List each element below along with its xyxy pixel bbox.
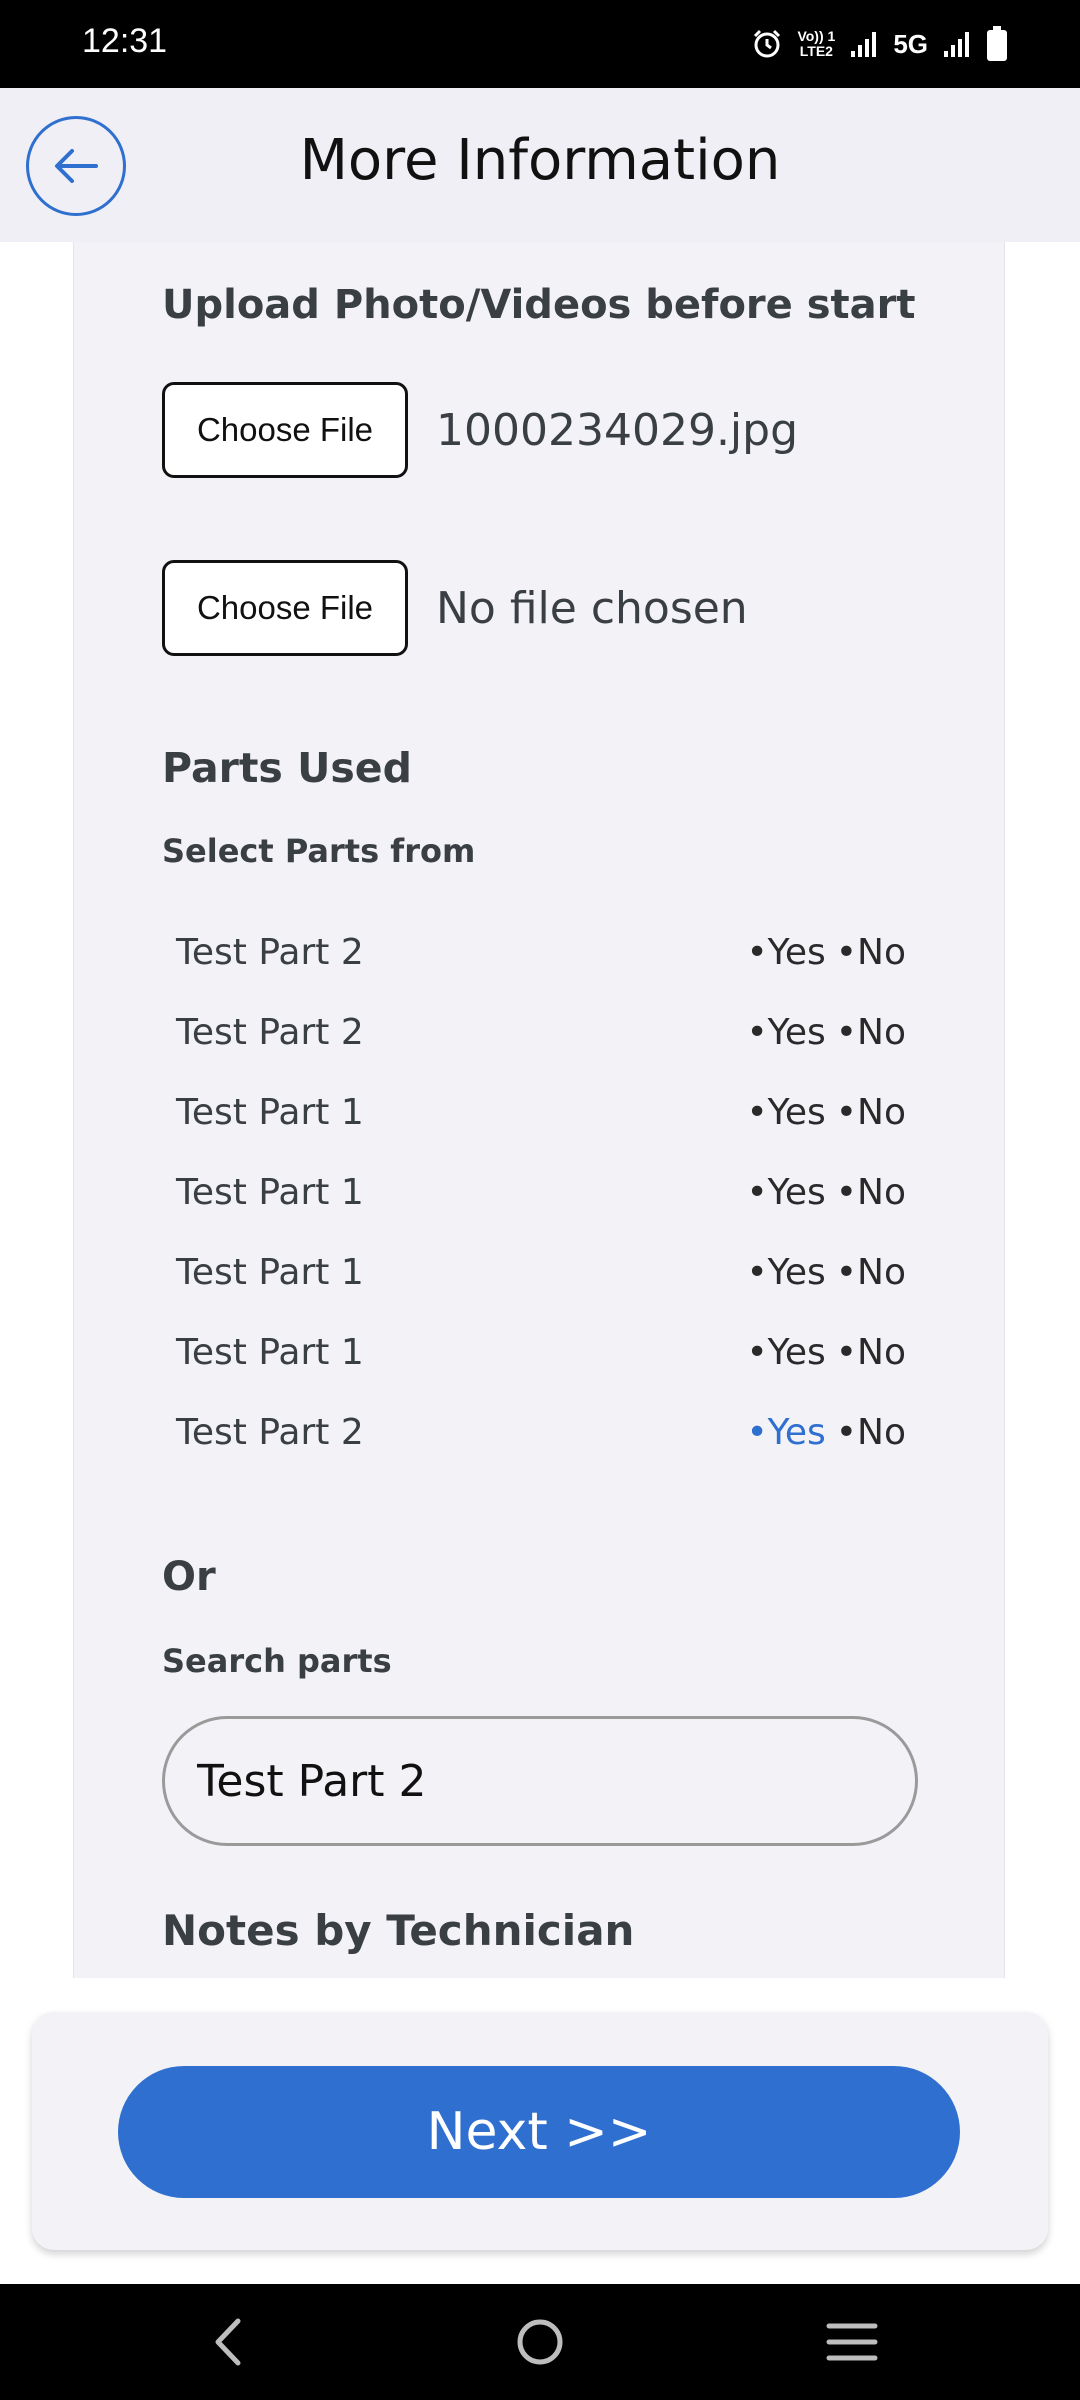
bottom-action-panel: Next >> xyxy=(32,2012,1048,2250)
part-name: Test Part 2 xyxy=(176,1411,364,1453)
nav-menu-button[interactable] xyxy=(812,2308,892,2376)
volte-line2: LTE2 xyxy=(799,43,833,59)
part-no-option[interactable]: •No xyxy=(836,1172,906,1213)
part-name: Test Part 2 xyxy=(176,1011,364,1053)
or-label: Or xyxy=(162,1554,216,1600)
file-upload-row-1: Choose File 1000234029.jpg xyxy=(162,382,798,478)
choose-file-button-1[interactable]: Choose File xyxy=(162,382,408,478)
status-time: 12:31 xyxy=(82,22,168,60)
volte-line1: Vo)) 1 xyxy=(797,28,836,44)
part-row: Test Part 1 •Yes •No xyxy=(176,1322,906,1382)
nav-back-button[interactable] xyxy=(188,2308,268,2376)
part-name: Test Part 1 xyxy=(176,1331,364,1373)
part-options: •Yes •No xyxy=(746,932,906,973)
status-bar: 12:31 Vo)) 1 LTE2 5G xyxy=(0,0,1080,88)
part-options: •Yes •No xyxy=(746,1092,906,1133)
part-no-option[interactable]: •No xyxy=(836,1092,906,1133)
app-header: More Information xyxy=(0,88,1080,242)
part-name: Test Part 1 xyxy=(176,1091,364,1133)
file-upload-row-2: Choose File No file chosen xyxy=(162,560,748,656)
part-row: Test Part 2 •Yes •No xyxy=(176,1002,906,1062)
battery-icon xyxy=(986,26,1008,62)
nav-home-button[interactable] xyxy=(500,2308,580,2376)
upload-section-title: Upload Photo/Videos before start xyxy=(162,282,916,328)
status-icons: Vo)) 1 LTE2 5G xyxy=(751,22,1008,66)
part-no-option[interactable]: •No xyxy=(836,1252,906,1293)
part-no-option[interactable]: •No xyxy=(836,932,906,973)
part-no-option[interactable]: •No xyxy=(836,1412,906,1453)
more-info-card: Upload Photo/Videos before start Choose … xyxy=(73,242,1005,1978)
part-name: Test Part 1 xyxy=(176,1251,364,1293)
network-type: 5G xyxy=(893,28,928,59)
alarm-icon xyxy=(751,28,783,60)
part-row: Test Part 1 •Yes •No xyxy=(176,1242,906,1302)
nav-home-icon xyxy=(517,2319,563,2365)
parts-used-title: Parts Used xyxy=(162,744,412,792)
system-nav-bar xyxy=(0,2284,1080,2400)
signal-icon-2 xyxy=(942,29,972,59)
part-options: •Yes •No xyxy=(746,1252,906,1293)
page-title: More Information xyxy=(299,128,781,193)
search-parts-input[interactable] xyxy=(162,1716,918,1846)
part-row: Test Part 2 •Yes •No xyxy=(176,1402,906,1462)
part-no-option[interactable]: •No xyxy=(836,1332,906,1373)
part-options: •Yes •No xyxy=(746,1412,906,1453)
nav-back-icon xyxy=(215,2318,241,2366)
file-name-1: 1000234029.jpg xyxy=(436,404,799,456)
part-yes-option[interactable]: •Yes xyxy=(746,1332,825,1373)
part-options: •Yes •No xyxy=(746,1012,906,1053)
part-yes-option[interactable]: •Yes xyxy=(746,1092,825,1133)
part-yes-option[interactable]: •Yes xyxy=(746,1172,825,1213)
part-yes-option[interactable]: •Yes xyxy=(746,1012,825,1053)
part-yes-option[interactable]: •Yes xyxy=(746,1252,825,1293)
part-options: •Yes •No xyxy=(746,1332,906,1373)
part-options: •Yes •No xyxy=(746,1172,906,1213)
file-name-2: No file chosen xyxy=(436,582,748,634)
notes-title: Notes by Technician xyxy=(162,1906,635,1955)
choose-file-button-2[interactable]: Choose File xyxy=(162,560,408,656)
part-yes-option[interactable]: •Yes xyxy=(746,1412,825,1453)
nav-menu-icon xyxy=(826,2323,878,2361)
next-button[interactable]: Next >> xyxy=(118,2066,960,2198)
part-no-option[interactable]: •No xyxy=(836,1012,906,1053)
volte-indicator: Vo)) 1 LTE2 xyxy=(797,29,835,59)
select-parts-label: Select Parts from xyxy=(162,832,476,870)
part-yes-option[interactable]: •Yes xyxy=(746,932,825,973)
search-parts-label: Search parts xyxy=(162,1642,392,1680)
part-name: Test Part 1 xyxy=(176,1171,364,1213)
part-row: Test Part 1 •Yes •No xyxy=(176,1082,906,1142)
part-row: Test Part 1 •Yes •No xyxy=(176,1162,906,1222)
part-name: Test Part 2 xyxy=(176,931,364,973)
part-row: Test Part 2 •Yes •No xyxy=(176,922,906,982)
signal-icon xyxy=(849,29,879,59)
